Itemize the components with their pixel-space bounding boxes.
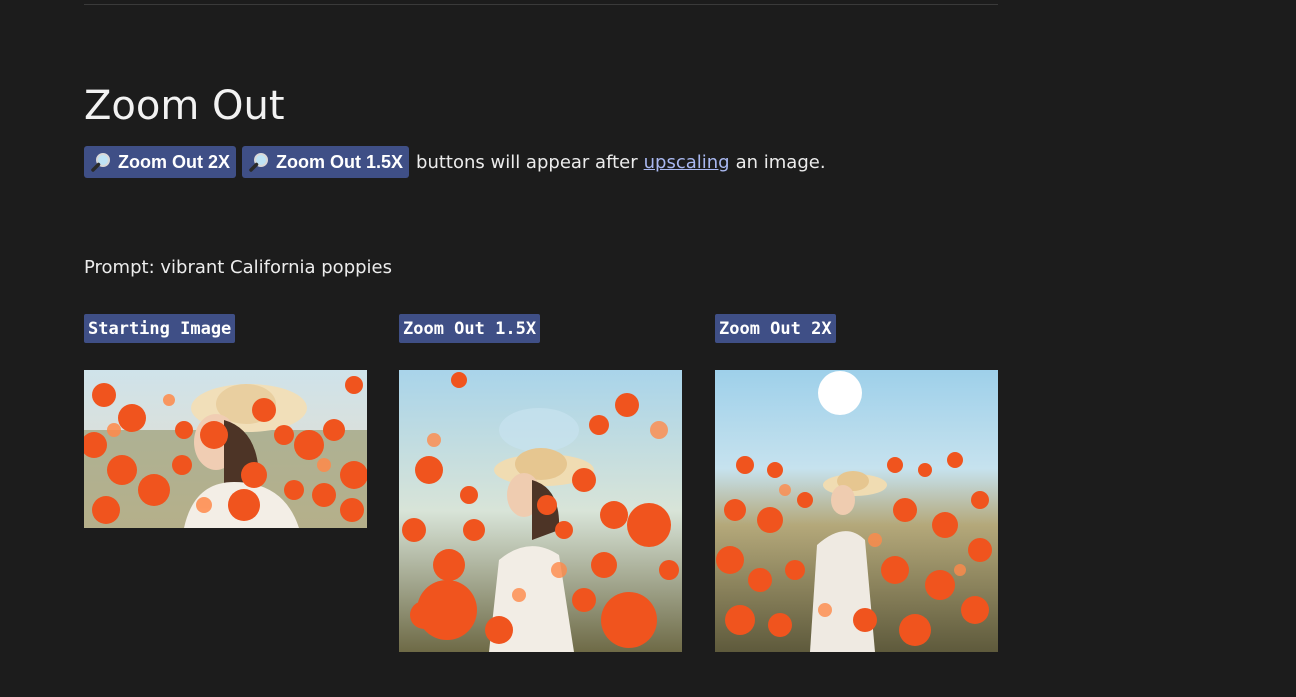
description-text-after: an image. (735, 151, 826, 173)
divider (84, 4, 998, 5)
zoom-out-1-5x-button[interactable]: Zoom Out 1.5X (242, 146, 410, 178)
zoom-out-2x-image (715, 370, 998, 652)
zoom-out-1-5x-image (399, 370, 682, 652)
starting-image-label: Starting Image (84, 314, 236, 343)
prompt-text: Prompt: vibrant California poppies (84, 257, 392, 278)
zoom-out-1-5x-label: Zoom Out 1.5X (276, 151, 404, 172)
description-line: Zoom Out 2X Zoom Out 1.5X buttons will a… (84, 146, 826, 178)
zoom-out-2x-label: Zoom Out 2X (118, 151, 230, 172)
magnifier-icon (91, 153, 110, 172)
starting-image (84, 370, 367, 528)
description-text-before: buttons will appear after (416, 151, 638, 173)
zoom-out-2x-button[interactable]: Zoom Out 2X (84, 146, 236, 178)
upscaling-link[interactable]: upscaling (644, 152, 730, 173)
zoom-out-1-5x-image-label: Zoom Out 1.5X (399, 314, 541, 343)
page: Zoom Out Zoom Out 2X Zoom Out 1.5X butto… (0, 0, 1296, 697)
section-title: Zoom Out (84, 83, 285, 129)
magnifier-icon (249, 153, 268, 172)
zoom-out-2x-image-label: Zoom Out 2X (715, 314, 836, 343)
